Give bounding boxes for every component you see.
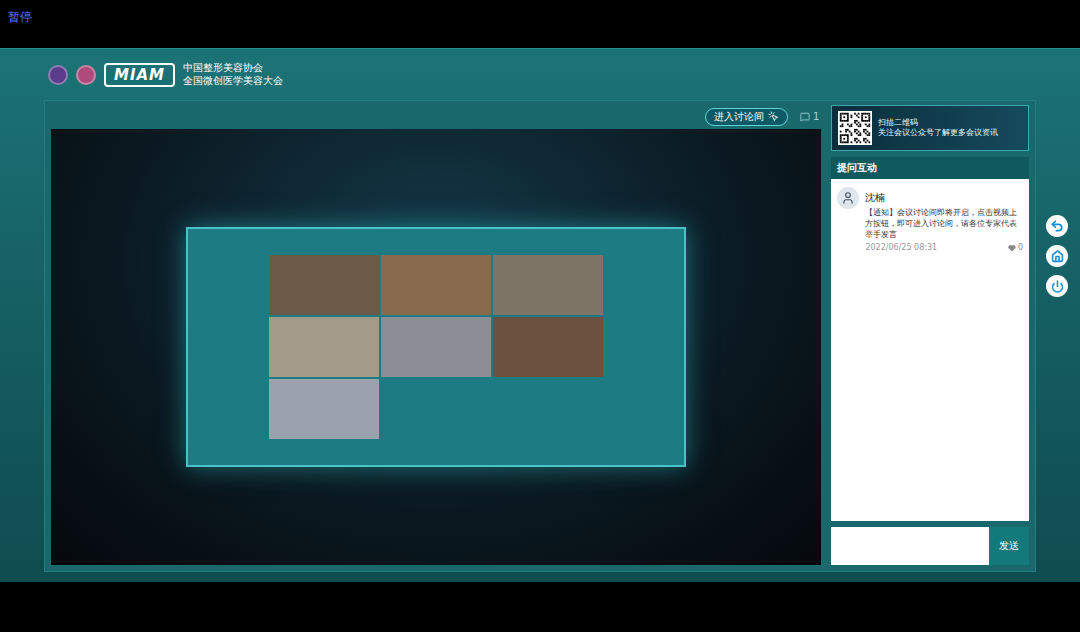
side-column: 扫描二维码关注会议公众号了解更多会议资讯提问互动沈楠【通知】会议讨论间即将开启，… [831,105,1029,565]
organizer-text: 中国整形美容协会全国微创医学美容大会 [183,62,283,87]
top-bar: 暂停 [0,0,1080,48]
video-toolbar: 进入讨论间 1 [51,105,821,129]
qr-subtitle: 关注会议公众号了解更多会议资讯 [878,128,998,138]
association-logo-icon [48,65,68,85]
comment-icon [800,112,810,122]
power-button[interactable] [1046,275,1068,297]
home-icon [1051,250,1064,263]
message-text: 【通知】会议讨论间即将开启，点击视频上方按钮，即可进入讨论间，请各位专家代表举手… [865,208,1023,240]
side-buttons [1046,215,1068,297]
like-button[interactable]: 0 [1008,243,1023,252]
back-arrow-icon [1050,219,1064,233]
chat-messages: 沈楠【通知】会议讨论间即将开启，点击视频上方按钮，即可进入讨论间，请各位专家代表… [831,179,1029,521]
live-panel: 进入讨论间 1 扫描二维码关注会议公众号了解更多会议资讯提问互动沈楠【通知】会议讨论… [44,100,1036,572]
video-column: 进入讨论间 1 [51,105,821,565]
send-button[interactable]: 发送 [989,527,1029,565]
back-button[interactable] [1046,215,1068,237]
power-icon [1051,280,1064,293]
home-button[interactable] [1046,245,1068,267]
enter-discussion-button[interactable]: 进入讨论间 [705,108,788,126]
chat-input[interactable] [831,527,989,565]
participant-tile [493,255,603,315]
pause-label[interactable]: 暂停 [8,10,32,24]
chat-title: 提问互动 [831,157,1029,179]
qr-banner: 扫描二维码关注会议公众号了解更多会议资讯 [831,105,1029,151]
video-player[interactable] [51,129,821,565]
participant-tile [269,379,379,439]
participant-tile [381,255,491,315]
conference-page: MIAM 中国整形美容协会全国微创医学美容大会进入讨论间 1 扫描二维码关注会议公众号… [0,48,1080,582]
heart-icon [1008,244,1016,252]
participant-tile [269,255,379,315]
participant-tile [269,317,379,377]
app-window: 暂停 MIAM 中国整形美容协会全国微创医学美容大会进入讨论间 1 扫描二维码关注会议公… [0,0,1080,632]
chat-input-row: 发送 [831,527,1029,565]
qr-code-icon [838,111,872,145]
participant-tile [493,317,603,377]
miam-logo: MIAM [104,63,175,87]
message-time: 2022/06/25 08:31 [865,243,937,252]
header: MIAM 中国整形美容协会全国微创医学美容大会 [0,49,1080,100]
message-author: 沈楠 [865,187,1023,205]
society-logo-icon [76,65,96,85]
main-row: 进入讨论间 1 扫描二维码关注会议公众号了解更多会议资讯提问互动沈楠【通知】会议讨论… [0,100,1080,572]
comment-count: 1 [800,111,819,122]
click-icon [768,111,779,122]
video-stage-screen [186,227,686,467]
avatar-icon [837,187,859,209]
participant-tile [381,317,491,377]
chat-message: 沈楠【通知】会议讨论间即将开启，点击视频上方按钮，即可进入讨论间，请各位专家代表… [837,187,1023,252]
participant-grid [269,255,603,439]
qr-title: 扫描二维码 [878,118,998,128]
